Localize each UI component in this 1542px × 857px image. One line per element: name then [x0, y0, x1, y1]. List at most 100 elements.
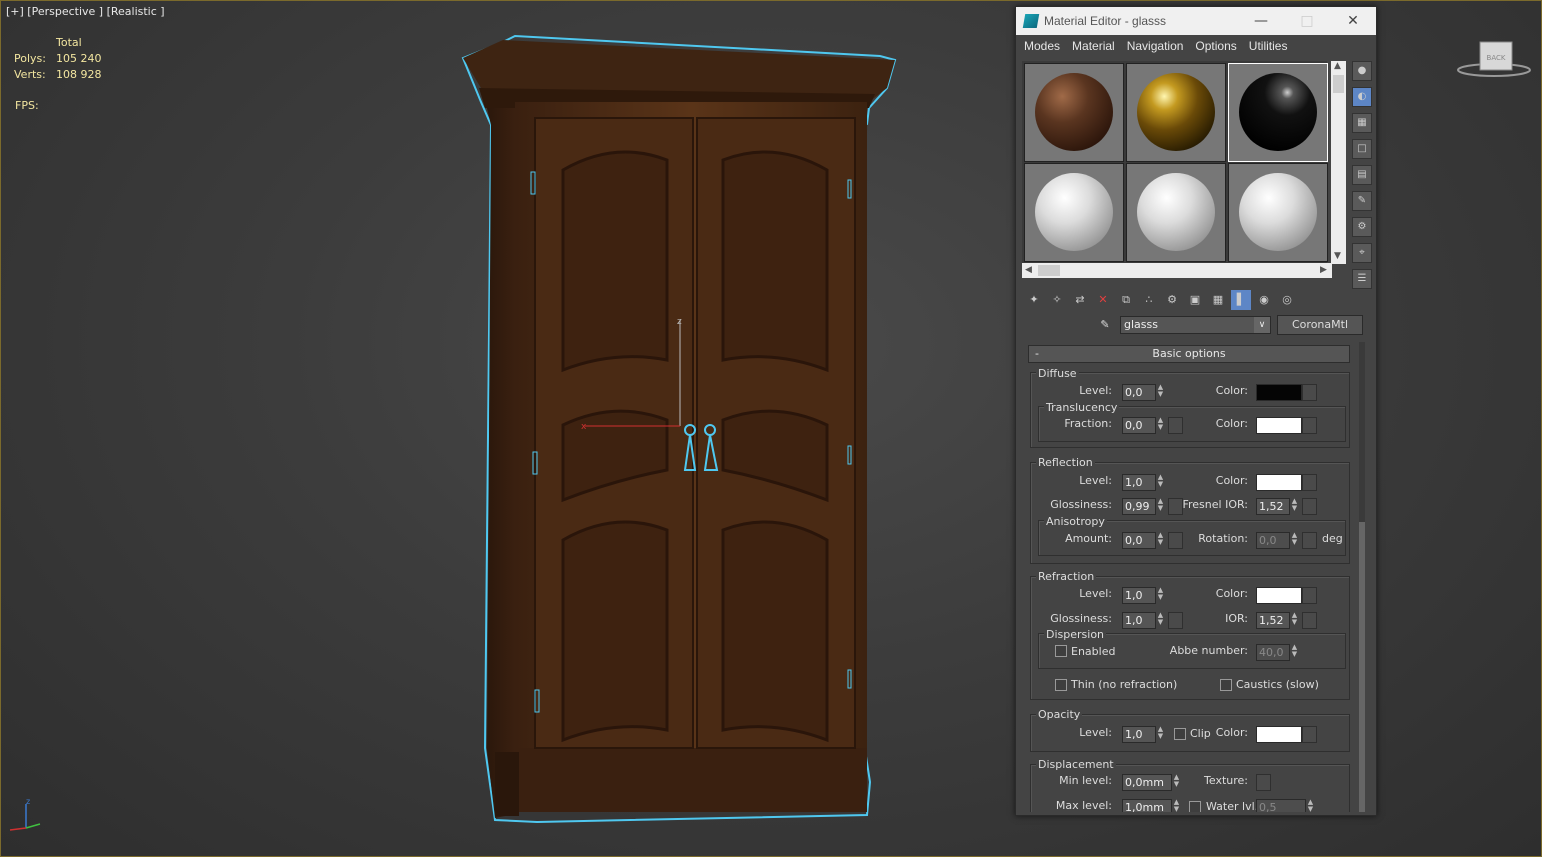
diffuse-level-input[interactable]: 0,0 [1122, 384, 1156, 401]
fresnel-map-button[interactable] [1302, 498, 1317, 515]
sample-slot-2[interactable] [1126, 63, 1226, 162]
sample-slot-6[interactable] [1228, 163, 1328, 262]
menu-modes[interactable]: Modes [1018, 39, 1066, 53]
sample-slot-3[interactable] [1228, 63, 1328, 162]
backlight-icon[interactable]: ◐ [1352, 87, 1372, 107]
material-map-navigator-icon[interactable]: ☰ [1352, 269, 1372, 289]
ior-map-button[interactable] [1302, 612, 1317, 629]
translucency-fraction-map-button[interactable] [1168, 417, 1183, 434]
spinner-icon[interactable]: ▲ ▼ [1156, 532, 1165, 547]
eyedropper-icon[interactable]: ✎ [1096, 316, 1114, 334]
go-to-parent-icon[interactable]: ▌ [1231, 290, 1251, 310]
put-material-icon[interactable]: ✧ [1047, 290, 1067, 310]
spinner-icon[interactable]: ▲ ▼ [1156, 474, 1165, 489]
chevron-down-icon[interactable]: ∨ [1254, 317, 1270, 333]
spinner-icon[interactable]: ▲ ▼ [1306, 799, 1315, 813]
viewport-label[interactable]: [+] [Perspective ] [Realistic ] [6, 5, 165, 18]
go-forward-sibling-icon[interactable]: ◉ [1254, 290, 1274, 310]
scroll-up-icon[interactable]: ▲ [1334, 61, 1341, 71]
reset-map-icon[interactable]: ✕ [1093, 290, 1113, 310]
slots-horizontal-scrollbar[interactable]: ◀ ▶ [1022, 263, 1332, 278]
fresnel-ior-input[interactable]: 1,52 [1256, 498, 1290, 515]
refraction-glossiness-input[interactable]: 1,0 [1122, 612, 1156, 629]
spinner-icon[interactable]: ▲ ▼ [1290, 532, 1299, 547]
sample-type-icon[interactable]: ● [1352, 61, 1372, 81]
reflection-glossiness-input[interactable]: 0,99 [1122, 498, 1156, 515]
material-editor-window[interactable]: Material Editor - glasss — □ ✕ Modes Mat… [1015, 6, 1377, 816]
spinner-icon[interactable]: ▲ ▼ [1172, 799, 1181, 813]
spinner-icon[interactable]: ▲ ▼ [1290, 498, 1299, 513]
sample-uv-tiling-icon[interactable]: □ [1352, 139, 1372, 159]
spinner-icon[interactable]: ▲ ▼ [1290, 612, 1299, 627]
scroll-right-icon[interactable]: ▶ [1320, 265, 1327, 275]
basic-options-rollout[interactable]: - Basic options [1028, 345, 1350, 363]
translucency-map-button[interactable] [1302, 417, 1317, 434]
opacity-map-button[interactable] [1302, 726, 1317, 743]
spinner-icon[interactable]: ▲ ▼ [1290, 644, 1299, 659]
show-shaded-material-icon[interactable]: ▣ [1185, 290, 1205, 310]
opacity-clip-checkbox[interactable] [1174, 728, 1186, 740]
scroll-left-icon[interactable]: ◀ [1025, 265, 1032, 275]
opacity-color-swatch[interactable] [1256, 726, 1302, 743]
menu-utilities[interactable]: Utilities [1243, 39, 1294, 53]
max-level-input[interactable]: 1,0mm [1122, 799, 1172, 812]
reflection-map-button[interactable] [1302, 474, 1317, 491]
menu-options[interactable]: Options [1189, 39, 1242, 53]
material-id-channel-icon[interactable]: ⚙ [1162, 290, 1182, 310]
thin-checkbox[interactable] [1055, 679, 1067, 691]
spinner-icon[interactable]: ▲ ▼ [1156, 498, 1165, 513]
slots-vertical-scrollbar[interactable]: ▲ ▼ [1331, 61, 1346, 264]
menu-navigation[interactable]: Navigation [1121, 39, 1190, 53]
material-type-button[interactable]: CoronaMtl [1277, 315, 1363, 335]
assign-material-icon[interactable]: ⇄ [1070, 290, 1090, 310]
refraction-glossiness-map-button[interactable] [1168, 612, 1183, 629]
show-end-result-icon[interactable]: ▦ [1208, 290, 1228, 310]
put-to-library-icon[interactable]: ∴ [1139, 290, 1159, 310]
options-icon[interactable]: ⚙ [1352, 217, 1372, 237]
sample-slot-5[interactable] [1126, 163, 1226, 262]
caustics-checkbox[interactable] [1220, 679, 1232, 691]
collapse-icon[interactable]: - [1035, 346, 1039, 362]
sample-slot-4[interactable] [1024, 163, 1124, 262]
scroll-thumb[interactable] [1333, 75, 1344, 93]
background-checker-icon[interactable]: ▦ [1352, 113, 1372, 133]
menu-material[interactable]: Material [1066, 39, 1121, 53]
get-material-icon[interactable]: ✦ [1024, 290, 1044, 310]
reflection-level-input[interactable]: 1,0 [1122, 474, 1156, 491]
water-level-input[interactable]: 0,5 [1256, 799, 1306, 812]
parameters-scrollbar[interactable] [1359, 342, 1365, 812]
diffuse-color-swatch[interactable] [1256, 384, 1302, 401]
viewcube-icon[interactable]: BACK [1456, 40, 1532, 80]
anisotropy-rotation-map-button[interactable] [1302, 532, 1317, 549]
spinner-icon[interactable]: ▲ ▼ [1156, 726, 1165, 741]
spinner-icon[interactable]: ▲ ▼ [1156, 612, 1165, 627]
refraction-color-swatch[interactable] [1256, 587, 1302, 604]
spinner-icon[interactable]: ▲ ▼ [1156, 587, 1165, 602]
refraction-level-input[interactable]: 1,0 [1122, 587, 1156, 604]
opacity-level-input[interactable]: 1,0 [1122, 726, 1156, 743]
make-preview-icon[interactable]: ✎ [1352, 191, 1372, 211]
anisotropy-rotation-input[interactable]: 0,0 [1256, 532, 1290, 549]
material-name-field[interactable]: glasss ∨ [1120, 316, 1271, 334]
close-icon[interactable]: ✕ [1330, 13, 1376, 29]
select-by-material-icon[interactable]: ⌖ [1352, 243, 1372, 263]
minimize-icon[interactable]: — [1238, 13, 1284, 29]
scroll-down-icon[interactable]: ▼ [1334, 251, 1341, 261]
dispersion-enabled-checkbox[interactable] [1055, 645, 1067, 657]
sample-slot-1[interactable] [1024, 63, 1124, 162]
video-color-check-icon[interactable]: ▤ [1352, 165, 1372, 185]
ior-input[interactable]: 1,52 [1256, 612, 1290, 629]
make-unique-icon[interactable]: ⧉ [1116, 290, 1136, 310]
pick-material-icon[interactable]: ◎ [1277, 290, 1297, 310]
scroll-thumb[interactable] [1359, 522, 1365, 812]
diffuse-map-button[interactable] [1302, 384, 1317, 401]
material-editor-titlebar[interactable]: Material Editor - glasss — □ ✕ [1016, 7, 1376, 35]
translucency-color-swatch[interactable] [1256, 417, 1302, 434]
scroll-thumb[interactable] [1038, 265, 1060, 276]
reflection-color-swatch[interactable] [1256, 474, 1302, 491]
spinner-icon[interactable]: ▲ ▼ [1172, 774, 1181, 789]
displacement-texture-button[interactable] [1256, 774, 1271, 791]
anisotropy-amount-input[interactable]: 0,0 [1122, 532, 1156, 549]
spinner-icon[interactable]: ▲ ▼ [1156, 384, 1165, 399]
spinner-icon[interactable]: ▲ ▼ [1156, 417, 1165, 432]
